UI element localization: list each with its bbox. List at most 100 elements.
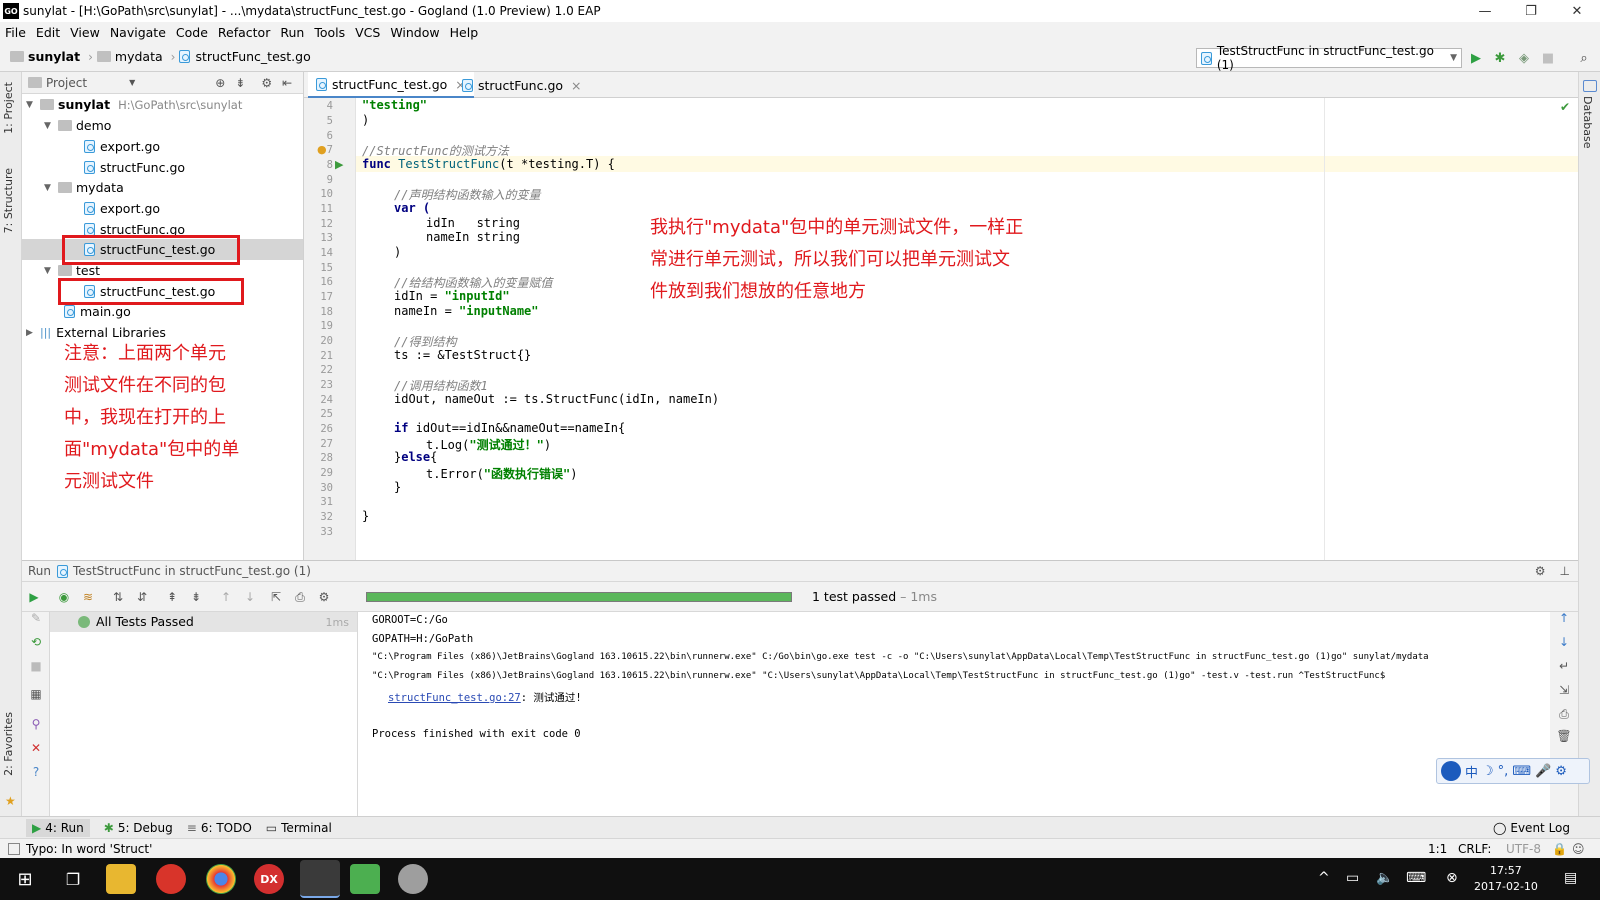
up-arrow-icon[interactable]: ↑ [1556,610,1572,626]
tree-folder-mydata[interactable]: ▼ mydata [44,177,124,198]
expand-arrow-icon[interactable]: ▼ [26,100,40,110]
structure-tool-tab[interactable]: 7: Structure [2,168,15,233]
show-ignored-icon[interactable]: ≋ [80,589,96,605]
next-test-icon[interactable]: ↓ [242,589,258,605]
file-encoding[interactable]: UTF-8 [1506,842,1541,856]
volume-icon[interactable]: 🔈 [1376,870,1393,886]
gear-icon[interactable]: ⚙ [1535,564,1546,578]
menu-window[interactable]: Window [385,25,444,40]
print-icon[interactable]: ⎙ [1556,706,1572,722]
coverage-icon[interactable]: ◈ [1516,50,1532,66]
menu-edit[interactable]: Edit [31,25,65,40]
tray-chevron-up-icon[interactable]: ^ [1318,870,1330,886]
toggle-tool-windows-icon[interactable] [8,842,20,855]
breadcrumb-folder[interactable]: mydata [96,49,163,64]
export-results-icon[interactable]: ⇱ [268,589,284,605]
run-configuration-select[interactable]: TestStructFunc in structFunc_test.go (1)… [1196,44,1462,72]
chrome-icon[interactable] [206,864,236,894]
menu-help[interactable]: Help [445,25,484,40]
tool-tab-todo[interactable]: ≡ 6: TODO [187,821,252,835]
paint-icon[interactable] [398,864,428,894]
search-icon[interactable]: ⌕ [1576,50,1592,66]
clear-icon[interactable]: 🗑 [1556,728,1572,744]
rerun-failed-icon[interactable]: ⟲ [28,634,44,650]
gear-icon[interactable]: ⚙ [316,589,332,605]
show-passed-icon[interactable]: ◉ [56,589,72,605]
expand-all-icon[interactable]: ⇞ [164,589,180,605]
soft-wrap-icon[interactable]: ↵ [1556,658,1572,674]
clock-time[interactable]: 17:57 [1490,864,1522,877]
close-tab-icon[interactable]: × [571,78,581,93]
tree-folder-demo[interactable]: ▼ demo [44,115,111,136]
import-results-icon[interactable]: ⎙ [292,589,308,605]
menu-navigate[interactable]: Navigate [105,25,171,40]
hide-panel-icon[interactable]: ⊥ [1560,564,1570,578]
run-tab-label[interactable]: TestStructFunc in structFunc_test.go (1) [73,564,311,578]
inspector-icon[interactable]: ☺ [1572,842,1585,856]
stop-icon[interactable]: ■ [28,658,44,674]
scroll-from-source-icon[interactable]: ⊕ [215,76,225,90]
sort-alphabetically-icon[interactable]: ⇅ [110,589,126,605]
database-tool-tab[interactable]: Database [1581,96,1594,149]
menu-code[interactable]: Code [171,25,213,40]
project-tool-tab[interactable]: 1: Project [2,82,15,134]
chevron-down-icon[interactable]: ▼ [129,78,135,87]
stop-icon[interactable]: ■ [1540,50,1556,66]
expand-arrow-icon[interactable]: ▼ [44,266,58,276]
event-log-tab[interactable]: ◯ Event Log [1493,821,1570,835]
menu-tools[interactable]: Tools [309,25,350,40]
collapse-all-icon[interactable]: ⇟ [235,76,245,90]
tab-structfunc-test-go[interactable]: structFunc_test.go × [308,72,474,98]
hide-panel-icon[interactable]: ⇤ [282,76,292,90]
gogland-task-icon[interactable] [300,860,340,898]
maximize-button[interactable]: ❐ [1508,0,1554,22]
pin-tab-icon[interactable]: ⚲ [28,716,44,732]
ime-toolbar[interactable]: 中 ☽ °, ⌨ 🎤 ⚙ [1436,758,1590,784]
minimize-button[interactable]: — [1462,0,1508,22]
notification-icon[interactable]: ▤ [1564,870,1577,886]
pin-icon[interactable]: ✎ [28,610,44,626]
breadcrumb-file[interactable]: structFunc_test.go [179,49,311,64]
tool-tab-terminal[interactable]: ▭ Terminal [266,821,332,835]
tree-file-export-go[interactable]: export.go [84,198,160,219]
help-icon[interactable]: ? [28,764,44,780]
expand-arrow-icon[interactable]: ▶ [26,328,40,338]
caret-position[interactable]: 1:1 [1428,842,1447,856]
tree-file-structfunc-go[interactable]: structFunc.go [84,157,185,178]
down-arrow-icon[interactable]: ↓ [1556,634,1572,650]
scroll-to-end-icon[interactable]: ⇲ [1556,682,1572,698]
file-explorer-icon[interactable] [106,864,136,894]
close-window-button[interactable]: ✕ [1554,0,1600,22]
rerun-icon[interactable]: ▶ [26,589,42,605]
favorites-tool-tab[interactable]: 2: Favorites [2,712,15,776]
tool-tab-debug[interactable]: ✱ 5: Debug [104,821,173,835]
notepad-icon[interactable] [350,864,380,894]
tool-tab-run[interactable]: ▶ 4: Run [26,818,90,837]
run-test-gutter-icon[interactable]: ▶ [335,158,343,171]
keyboard-icon[interactable]: ⌨ [1406,870,1426,886]
windows-start-icon[interactable]: ⊞ [10,864,40,894]
sort-by-duration-icon[interactable]: ⇵ [134,589,150,605]
menu-view[interactable]: View [65,25,105,40]
network-icon[interactable]: ▭ [1346,870,1359,886]
close-icon[interactable]: ✕ [28,740,44,756]
lightbulb-icon[interactable]: ● [317,143,327,156]
dx-app-icon[interactable]: DX [254,864,284,894]
task-view-icon[interactable]: ❐ [58,864,88,894]
test-tree-item-all-passed[interactable]: All Tests Passed [78,614,194,629]
lock-icon[interactable]: 🔒 [1552,842,1567,856]
tree-file-export-go[interactable]: export.go [84,136,160,157]
run-icon[interactable]: ▶ [1468,50,1484,66]
console-output[interactable]: GOROOT=C:/Go GOPATH=H:/GoPath "C:\Progra… [358,612,1550,816]
close-icon[interactable]: ⊗ [1446,870,1458,886]
breadcrumb-project[interactable]: sunylat [10,49,80,64]
previous-test-icon[interactable]: ↑ [218,589,234,605]
menu-run[interactable]: Run [275,25,309,40]
collapse-all-icon[interactable]: ⇟ [188,589,204,605]
expand-arrow-icon[interactable]: ▼ [44,183,58,193]
code-editor[interactable]: 4 5 6 7 8 9 10 11 12 13 14 15 16 17 18 1… [304,98,1578,560]
menu-file[interactable]: File [0,25,31,40]
gear-icon[interactable]: ⚙ [261,76,272,90]
menu-vcs[interactable]: VCS [350,25,385,40]
source-link[interactable]: structFunc_test.go:27 [388,692,521,704]
